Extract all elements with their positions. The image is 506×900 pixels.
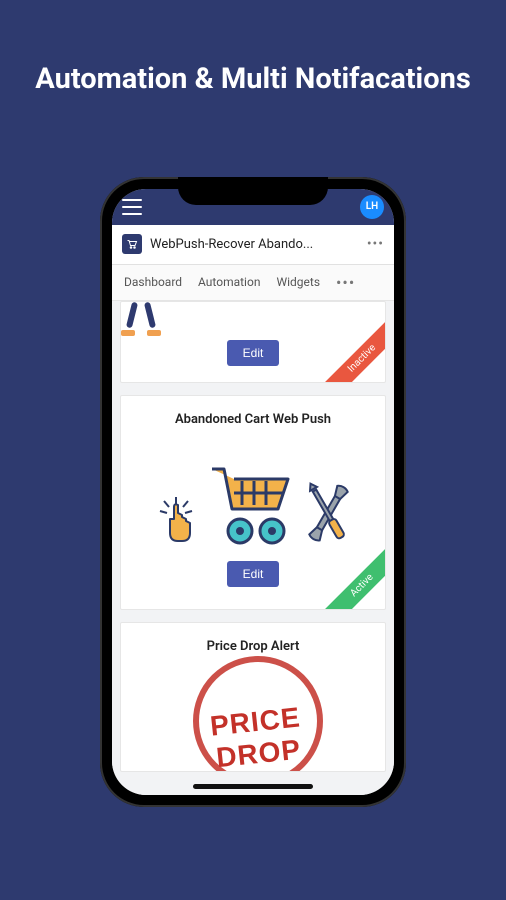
- tools-icon: [306, 479, 350, 549]
- price-drop-stamp-illustration: PRICE DROP: [173, 666, 333, 772]
- edit-button[interactable]: Edit: [227, 561, 280, 587]
- person-legs-illustration: [121, 302, 161, 334]
- phone-notch: [178, 177, 328, 205]
- abandoned-cart-illustration: [131, 439, 375, 549]
- tap-hand-icon: [156, 495, 196, 549]
- card-prev: Edit Inactive: [120, 301, 386, 383]
- edit-button[interactable]: Edit: [227, 340, 280, 366]
- avatar[interactable]: LH: [360, 195, 384, 219]
- tab-automation[interactable]: Automation: [198, 275, 260, 289]
- tab-dashboard[interactable]: Dashboard: [124, 275, 182, 289]
- phone-screen: LH WebPush-Recover Abando... ••• Dashboa…: [112, 189, 394, 795]
- phone-frame: LH WebPush-Recover Abando... ••• Dashboa…: [100, 177, 406, 807]
- page-title: WebPush-Recover Abando...: [150, 237, 359, 252]
- card-abandoned-cart: Abandoned Cart Web Push: [120, 395, 386, 610]
- status-ribbon-active: Active: [316, 540, 386, 610]
- card-title: Abandoned Cart Web Push: [131, 412, 375, 427]
- tabs-more-icon[interactable]: •••: [336, 273, 355, 292]
- content-scroll[interactable]: Edit Inactive Abandoned Cart Web Push: [112, 301, 394, 795]
- tab-widgets[interactable]: Widgets: [276, 275, 320, 289]
- shopping-cart-icon: [206, 459, 296, 549]
- app-icon: [122, 234, 142, 254]
- title-more-icon[interactable]: •••: [367, 236, 384, 252]
- title-bar: WebPush-Recover Abando... •••: [112, 225, 394, 265]
- card-title: Price Drop Alert: [131, 639, 375, 654]
- card-price-drop: Price Drop Alert PRICE DROP: [120, 622, 386, 772]
- status-ribbon-inactive: Inactive: [316, 313, 386, 383]
- promo-headline: Automation & Multi Notifacations: [29, 62, 476, 97]
- menu-icon[interactable]: [122, 199, 142, 215]
- home-indicator: [193, 784, 313, 789]
- tabs-bar: Dashboard Automation Widgets •••: [112, 265, 394, 301]
